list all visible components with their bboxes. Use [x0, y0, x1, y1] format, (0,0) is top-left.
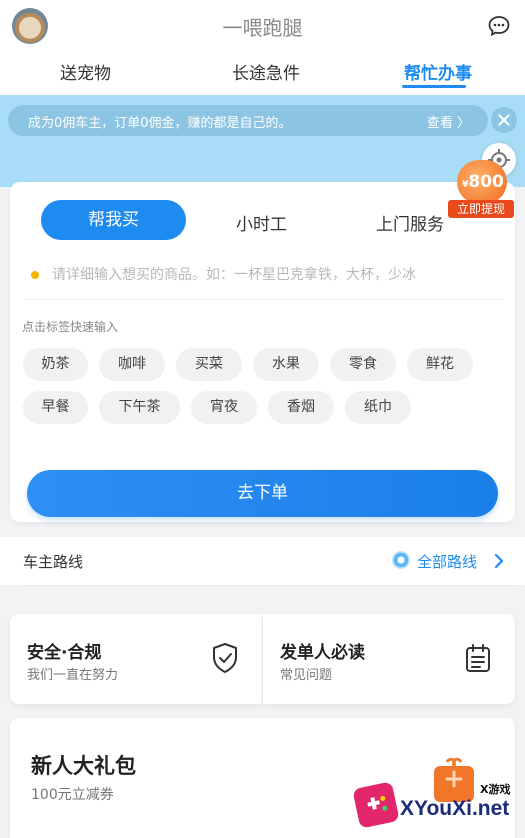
quick-tag-hint: 点击标签快速输入: [22, 320, 119, 334]
place-order-button[interactable]: 去下单: [27, 470, 498, 517]
divider: [22, 585, 515, 586]
chip-cigarettes[interactable]: 香烟: [268, 391, 334, 424]
tab-buy-for-me[interactable]: 帮我买: [41, 200, 186, 240]
chip-tissues[interactable]: 纸巾: [345, 391, 411, 424]
guide-subtitle: 常见问题: [280, 668, 333, 683]
item-input-row: [24, 264, 502, 300]
route-row: 车主路线 全部路线: [0, 537, 525, 586]
watermark: X游戏 XYouXi.net: [352, 773, 522, 835]
top-tabs: 送宠物 长途急件 帮忙办事: [0, 55, 525, 95]
all-routes-label: 全部路线: [417, 553, 478, 571]
safety-title: 安全·合规: [27, 643, 102, 663]
calendar-list-icon: [466, 644, 490, 672]
guide-title: 发单人必读: [280, 643, 365, 663]
safety-card[interactable]: 安全·合规 我们一直在努力: [10, 614, 262, 704]
close-icon: [498, 114, 510, 126]
message-icon[interactable]: [487, 14, 511, 38]
service-card: 帮我买 小时工 上门服务 点击标签快速输入 奶茶 咖啡 买菜 水果 零食 鲜花 …: [10, 182, 515, 522]
gamepad-logo-icon: [352, 781, 400, 829]
chip-snacks[interactable]: 零食: [330, 348, 396, 381]
app-header: 一喂跑腿 送宠物 长途急件 帮忙办事: [0, 0, 525, 95]
tab-home-service[interactable]: 上门服务: [376, 210, 444, 235]
guide-card[interactable]: 发单人必读 常见问题: [263, 614, 515, 704]
chip-late-snack[interactable]: 宵夜: [191, 391, 257, 424]
chip-fruit[interactable]: 水果: [253, 348, 319, 381]
route-title: 车主路线: [23, 553, 84, 571]
chip-coffee[interactable]: 咖啡: [99, 348, 165, 381]
item-input[interactable]: [52, 264, 502, 286]
safety-subtitle: 我们一直在努力: [27, 668, 119, 683]
chip-milk-tea[interactable]: 奶茶: [23, 348, 88, 381]
all-routes-link[interactable]: 全部路线: [392, 549, 512, 573]
chevron-right-icon: [494, 553, 504, 569]
badge-amount: ¥800: [462, 172, 504, 192]
watermark-top-text: X游戏: [480, 783, 511, 796]
route-icon: [392, 551, 410, 569]
withdraw-label: 立即提现: [448, 200, 514, 218]
tab-hourly-worker[interactable]: 小时工: [236, 210, 287, 235]
watermark-text: XYouXi.net: [400, 797, 510, 820]
page-title: 一喂跑腿: [222, 16, 303, 40]
input-dot-icon: [31, 271, 39, 279]
promo-text: 成为0佣车主，订单0佣金，赚的都是自己的。: [28, 116, 292, 131]
chip-groceries[interactable]: 买菜: [176, 348, 242, 381]
chip-breakfast[interactable]: 早餐: [23, 391, 88, 424]
tab-errands[interactable]: 帮忙办事: [404, 59, 472, 84]
tab-long-distance[interactable]: 长途急件: [232, 59, 300, 84]
active-tab-indicator: [402, 85, 466, 88]
promo-close-button[interactable]: [491, 107, 517, 133]
gift-title: 新人大礼包: [31, 754, 136, 778]
promo-bar[interactable]: 成为0佣车主，订单0佣金，赚的都是自己的。 查看 〉: [8, 105, 488, 136]
shield-check-icon: [213, 643, 237, 673]
promo-view-link[interactable]: 查看 〉: [427, 112, 470, 131]
chip-afternoon-tea[interactable]: 下午茶: [99, 391, 180, 424]
service-tabs: 帮我买 小时工 上门服务: [10, 200, 515, 242]
gift-subtitle: 100元立减券: [31, 787, 114, 803]
chip-flowers[interactable]: 鲜花: [407, 348, 473, 381]
tab-pet-delivery[interactable]: 送宠物: [60, 59, 111, 84]
withdraw-badge[interactable]: ¥800 立即提现: [445, 160, 517, 222]
